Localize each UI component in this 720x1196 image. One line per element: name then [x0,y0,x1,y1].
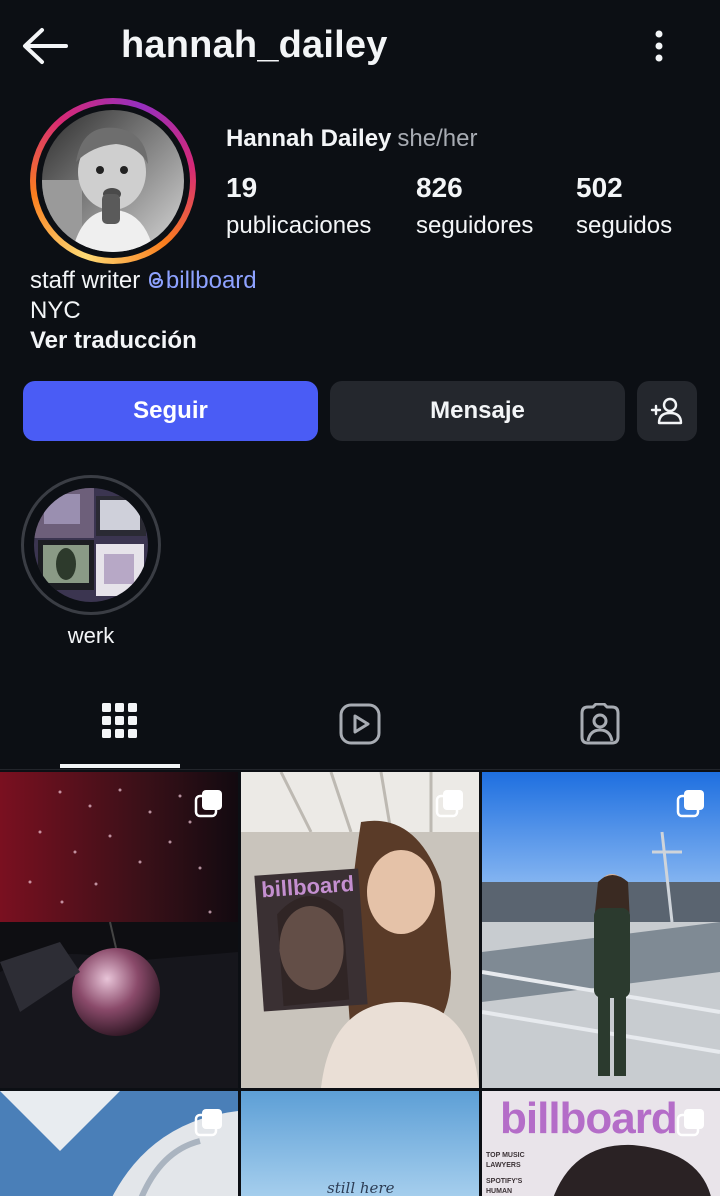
profile-username: hannah_dailey [121,24,388,66]
profile-bio: staff writer billboard NYC Ver traducció… [30,266,257,356]
bio-text: staff writer [30,267,147,294]
post-thumbnail[interactable]: billboard TOP MUSIC LAWYERS SPOTIFY'S HU… [482,1091,720,1196]
sky-writing: still here [327,1179,395,1196]
highlight-ring [21,475,161,615]
tab-tagged[interactable] [480,680,720,768]
more-options-button[interactable] [640,26,678,66]
add-person-icon [650,397,683,425]
post-thumbnail[interactable] [482,772,720,1088]
vertical-dots-icon [655,30,663,62]
bio-location: NYC [30,297,81,324]
grid-icon [102,703,137,738]
multiple-photos-icon [194,1109,222,1137]
post-thumbnail[interactable] [0,1091,238,1196]
stat-posts-count: 19 [226,172,258,203]
tab-posts-grid[interactable] [0,680,240,768]
reels-icon [339,703,381,745]
stat-following-count: 502 [576,172,623,203]
avatar [42,110,184,252]
stat-following[interactable]: 502 seguidos [576,172,672,240]
post-thumbnail[interactable] [0,772,238,1088]
threads-mention-text: billboard [165,267,257,294]
stat-posts-label: publicaciones [226,212,372,239]
stat-posts[interactable]: 19 publicaciones [226,172,371,240]
top-bar: hannah_dailey [0,0,720,92]
message-button[interactable]: Mensaje [330,381,625,441]
multiple-photos-icon [676,790,704,818]
magazine-masthead-large: billboard [500,1094,677,1143]
tagged-icon [580,703,620,745]
profile-full-name: Hannah Dailey [226,125,392,152]
back-button[interactable] [20,26,70,66]
suggest-accounts-button[interactable] [637,381,697,441]
active-tab-indicator [60,764,180,768]
threads-mention-link[interactable]: billboard [147,267,257,294]
profile-tabs [0,680,720,770]
multiple-photos-icon [194,790,222,818]
highlight-cover [34,488,148,602]
post-thumbnail[interactable]: still here [241,1091,479,1196]
stat-followers[interactable]: 826 seguidores [416,172,533,240]
stat-followers-count: 826 [416,172,463,203]
see-translation-link[interactable]: Ver traducción [30,326,257,356]
multiple-photos-icon [435,790,463,818]
cover-line: LAWYERS [486,1162,521,1169]
cover-line: TOP MUSIC [486,1152,525,1159]
profile-pronouns: she/her [397,125,478,152]
multiple-photos-icon [676,1109,704,1137]
tab-reels[interactable] [240,680,480,768]
stat-followers-label: seguidores [416,212,534,239]
cover-line: SPOTIFY'S [486,1178,523,1185]
profile-name-row: Hannah Dailey she/her [226,125,477,153]
post-thumbnail[interactable]: billboard [241,772,479,1088]
threads-icon [148,271,163,289]
highlight-label: werk [67,623,115,648]
bio-line-1: staff writer billboard [30,266,257,296]
profile-avatar-story-ring[interactable] [30,98,196,264]
cover-line: HUMAN [486,1188,512,1195]
follow-button[interactable]: Seguir [23,381,318,441]
story-highlight[interactable]: werk [21,475,161,649]
arrow-left-icon [23,28,68,64]
stat-following-label: seguidos [576,212,673,239]
